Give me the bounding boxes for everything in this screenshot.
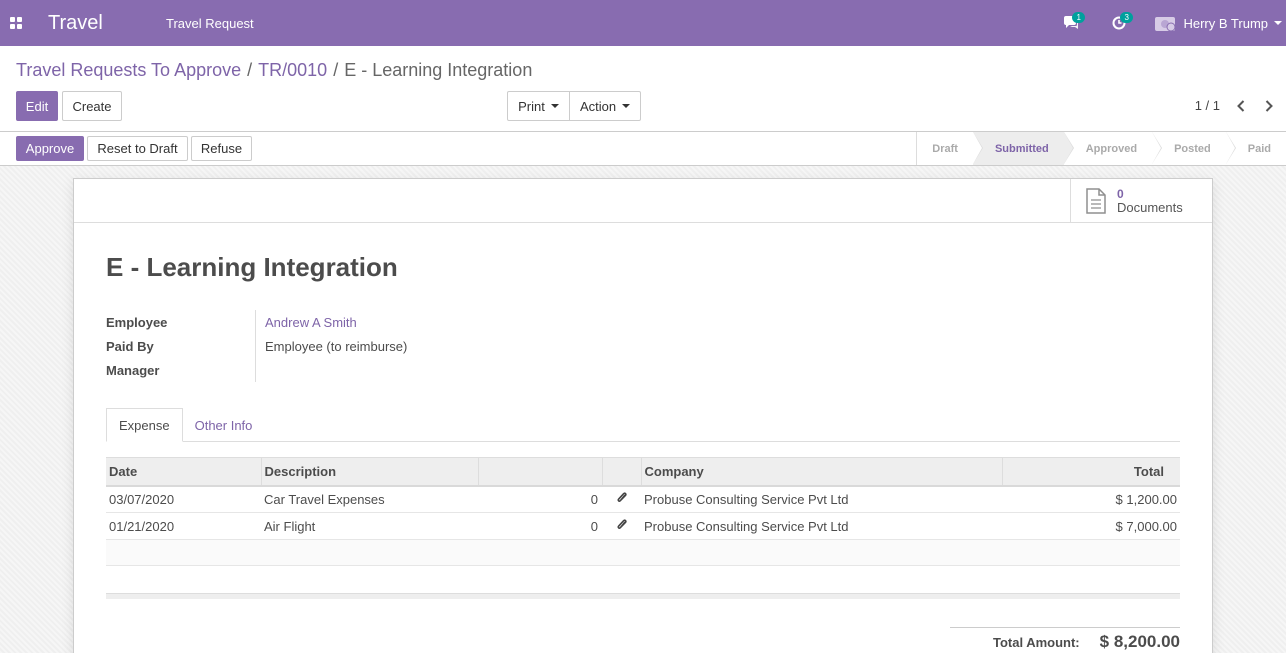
- action-label: Action: [579, 98, 617, 114]
- manager-label: Manager: [106, 358, 256, 382]
- empty-row: [106, 539, 1180, 566]
- refuse-button[interactable]: Refuse: [191, 136, 252, 161]
- documents-count: 0: [1117, 187, 1124, 201]
- apps-menu-icon[interactable]: [0, 0, 32, 46]
- row-date: 03/07/2020: [106, 485, 261, 513]
- column-company[interactable]: Company: [641, 457, 1003, 487]
- table-footer: [106, 593, 1180, 599]
- chevron-down-icon: [1274, 21, 1282, 25]
- menu-travel-request[interactable]: Travel Request: [166, 16, 254, 31]
- row-company: Probuse Consulting Service Pvt Ltd: [641, 512, 1002, 540]
- paperclip-icon[interactable]: [602, 512, 641, 540]
- employee-label: Employee: [106, 310, 256, 334]
- row-description: Air Flight: [261, 512, 478, 540]
- employee-value[interactable]: Andrew A Smith: [256, 315, 357, 330]
- action-dropdown[interactable]: Action: [569, 91, 641, 121]
- chevron-left-icon[interactable]: [1234, 99, 1248, 112]
- create-button[interactable]: Create: [62, 91, 122, 121]
- button-box: 0 Documents: [74, 179, 1212, 223]
- chevron-down-icon: [550, 104, 559, 108]
- approve-button[interactable]: Approve: [16, 136, 84, 161]
- paid-by-label: Paid By: [106, 334, 256, 358]
- total-amount: Total Amount: $ 8,200.00: [950, 627, 1180, 652]
- tab-other-info[interactable]: Other Info: [183, 408, 265, 442]
- status-stages: Draft Submitted Approved Posted Paid: [916, 132, 1286, 165]
- empty-row: [106, 565, 1180, 592]
- total-amount-label: Total Amount:: [992, 635, 1080, 650]
- stage-posted: Posted: [1152, 132, 1236, 165]
- row-company: Probuse Consulting Service Pvt Ltd: [641, 485, 1002, 513]
- documents-button[interactable]: 0 Documents: [1070, 179, 1212, 223]
- paperclip-icon[interactable]: [602, 485, 641, 513]
- record-title: E - Learning Integration: [106, 252, 398, 282]
- column-total[interactable]: Total: [1002, 457, 1180, 487]
- row-attachment-count: 0: [478, 512, 602, 540]
- column-attachments: [478, 457, 603, 487]
- print-label: Print: [518, 98, 545, 114]
- activity-badge: 3: [1120, 12, 1133, 23]
- breadcrumb: Travel Requests To Approve / TR/0010/E - L…: [16, 60, 533, 80]
- chevron-right-icon[interactable]: [1262, 99, 1276, 112]
- control-panel: Travel Requests To Approve / TR/0010/E - L…: [0, 46, 1286, 132]
- row-attachment-count: 0: [478, 485, 602, 513]
- top-navbar: Travel Travel Request 1 3 Herry B Trump: [0, 0, 1286, 46]
- user-name: Herry B Trump: [1183, 15, 1268, 31]
- paid-by-value: Employee (to reimburse): [265, 338, 408, 354]
- stage-approved: Approved: [1063, 132, 1163, 165]
- print-dropdown[interactable]: Print: [507, 91, 570, 121]
- stage-submitted: Submitted: [972, 132, 1074, 165]
- pager: 1 / 1: [1195, 98, 1276, 113]
- row-date: 01/21/2020: [106, 512, 261, 540]
- breadcrumb-current: E - Learning Integration: [344, 60, 533, 80]
- breadcrumb-tr0010[interactable]: TR/0010: [258, 60, 327, 80]
- systray: 1 3 Herry B Trump: [1059, 0, 1286, 46]
- chevron-down-icon: [622, 104, 631, 108]
- activity-clock-icon[interactable]: 3: [1107, 11, 1133, 35]
- documents-label: Documents: [1117, 200, 1183, 215]
- user-menu[interactable]: Herry B Trump: [1155, 14, 1282, 32]
- column-attachment-icon: [602, 457, 642, 487]
- expense-table: Date Description Company Total 03/07/202…: [106, 457, 1180, 592]
- row-total: $ 1,200.00: [1002, 485, 1180, 513]
- messaging-icon[interactable]: 1: [1059, 11, 1085, 35]
- tab-expense[interactable]: Expense: [106, 408, 183, 442]
- breadcrumb-travel-requests[interactable]: Travel Requests To Approve: [16, 60, 241, 80]
- document-icon: [1086, 188, 1106, 214]
- app-brand[interactable]: Travel: [48, 12, 166, 35]
- table-row[interactable]: 01/21/2020 Air Flight 0 Probuse Consulti…: [106, 512, 1180, 540]
- column-description[interactable]: Description: [261, 457, 479, 487]
- total-amount-value: $ 8,200.00: [1099, 632, 1180, 651]
- edit-button[interactable]: Edit: [16, 91, 58, 121]
- table-row[interactable]: 03/07/2020 Car Travel Expenses 0 Probuse…: [106, 485, 1180, 513]
- avatar: [1155, 17, 1176, 32]
- stage-draft: Draft: [917, 132, 983, 165]
- row-total: $ 7,000.00: [1002, 512, 1180, 540]
- notebook-tabs: Expense Other Info: [106, 408, 1180, 442]
- column-date[interactable]: Date: [106, 457, 262, 487]
- form-statusbar: Approve Reset to Draft Refuse Draft Subm…: [0, 132, 1286, 166]
- chat-badge: 1: [1072, 12, 1085, 23]
- row-description: Car Travel Expenses: [261, 485, 478, 513]
- reset-to-draft-button[interactable]: Reset to Draft: [87, 136, 188, 161]
- form-fields: Employee Andrew A Smith Paid By Employee…: [106, 310, 407, 382]
- form-sheet: 0 Documents E - Learning Integration Emp…: [73, 178, 1213, 653]
- pager-value[interactable]: 1 / 1: [1195, 98, 1220, 113]
